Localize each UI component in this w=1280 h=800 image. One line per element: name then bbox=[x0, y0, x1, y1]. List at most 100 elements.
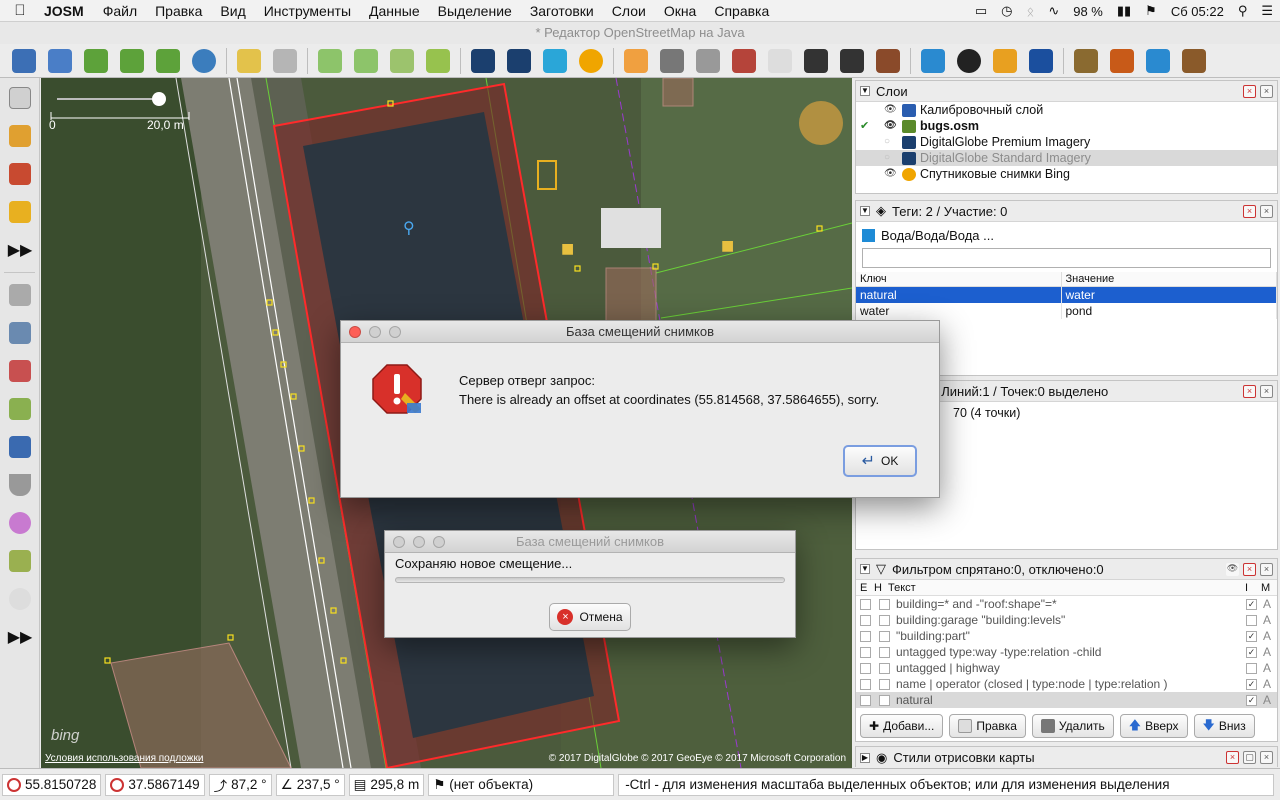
close-panel-icon[interactable]: × bbox=[1260, 384, 1273, 398]
column-hidden[interactable]: H bbox=[870, 582, 886, 594]
close-icon[interactable]: × bbox=[1243, 84, 1256, 98]
globe-icon[interactable] bbox=[188, 46, 220, 76]
filter-text[interactable]: untagged | highway bbox=[894, 661, 1246, 675]
wifi-icon[interactable]: ∿ bbox=[1041, 3, 1066, 19]
hidden-checkbox[interactable] bbox=[879, 694, 890, 706]
preset-road-icon[interactable] bbox=[620, 46, 652, 76]
inverted-checkbox[interactable]: ✓ bbox=[1246, 598, 1257, 610]
filter-panel-icon[interactable] bbox=[4, 469, 36, 501]
filter-mode[interactable]: A bbox=[1263, 661, 1277, 675]
preset-wall-icon[interactable] bbox=[728, 46, 760, 76]
ok-button[interactable]: ↵ OK bbox=[843, 445, 917, 477]
imagery-terms-link[interactable]: Условия использования подложки bbox=[45, 753, 203, 764]
tags-panel-header[interactable]: ▼ ◈ Теги: 2 / Участие: 0 × × bbox=[856, 201, 1277, 222]
menu-tools[interactable]: Инструменты bbox=[255, 3, 360, 19]
layer-row-dg-premium[interactable]: ○ DigitalGlobe Premium Imagery bbox=[856, 134, 1277, 150]
table-row[interactable]: untagged type:way -type:relation -child … bbox=[856, 644, 1277, 660]
close-icon[interactable]: × bbox=[1243, 204, 1256, 218]
download-icon[interactable] bbox=[80, 46, 112, 76]
column-mode[interactable]: M bbox=[1261, 582, 1277, 594]
enabled-checkbox[interactable] bbox=[860, 598, 871, 610]
filter-text[interactable]: building=* and -"roof:shape"=* bbox=[894, 597, 1246, 611]
selection-panel-icon[interactable] bbox=[4, 355, 36, 387]
conflict-panel-icon[interactable] bbox=[4, 431, 36, 463]
more-panels-icon[interactable]: ▶▶ bbox=[4, 621, 36, 653]
tags-panel-icon[interactable] bbox=[4, 317, 36, 349]
close-icon[interactable]: × bbox=[1243, 562, 1256, 576]
display-icon[interactable]: ▭ bbox=[968, 3, 994, 19]
preset-information-icon[interactable] bbox=[1025, 46, 1057, 76]
latitude-cell[interactable]: 55.8150728 bbox=[2, 773, 102, 796]
move-down-button[interactable]: 🡇 Вниз bbox=[1193, 714, 1255, 738]
relations-panel-icon[interactable] bbox=[4, 393, 36, 425]
layers-panel-header[interactable]: ▼ Слои × × bbox=[856, 81, 1277, 102]
menu-edit[interactable]: Правка bbox=[146, 3, 211, 19]
close-icon[interactable]: × bbox=[1243, 384, 1256, 398]
menu-windows[interactable]: Окна bbox=[655, 3, 706, 19]
menu-help[interactable]: Справка bbox=[705, 3, 778, 19]
wikipedia-icon[interactable] bbox=[4, 583, 36, 615]
longitude-cell[interactable]: 37.5867149 bbox=[105, 773, 205, 796]
layers-panel-icon[interactable] bbox=[4, 279, 36, 311]
layer-row-calibration[interactable]: 👁 Калибровочный слой bbox=[856, 102, 1277, 118]
imagery-offset-store-icon[interactable] bbox=[503, 46, 535, 76]
filter-mode[interactable]: A bbox=[1263, 693, 1277, 707]
layer-row-dg-standard[interactable]: ○ DigitalGlobe Standard Imagery bbox=[856, 150, 1277, 166]
column-enabled[interactable]: E bbox=[856, 582, 870, 594]
filter-mode[interactable]: A bbox=[1263, 645, 1277, 659]
collapse-toggle-icon[interactable]: ▼ bbox=[860, 206, 870, 216]
preset-industrial-icon[interactable] bbox=[1070, 46, 1102, 76]
pencil-icon[interactable] bbox=[4, 196, 36, 228]
hidden-checkbox[interactable] bbox=[879, 598, 890, 610]
filter-text[interactable]: name | operator (closed | type:node | ty… bbox=[894, 677, 1246, 691]
preset-bicycle-icon[interactable] bbox=[764, 46, 796, 76]
redo-icon[interactable] bbox=[269, 46, 301, 76]
close-icon[interactable]: × bbox=[1226, 751, 1239, 764]
menu-file[interactable]: Файл bbox=[94, 3, 146, 19]
undo-icon[interactable] bbox=[233, 46, 265, 76]
add-filter-button[interactable]: ✚ Добави... bbox=[860, 714, 944, 738]
delete-filter-button[interactable]: Удалить bbox=[1031, 714, 1114, 738]
column-value[interactable]: Значение bbox=[1061, 272, 1277, 287]
tag-key[interactable]: natural bbox=[856, 286, 1062, 303]
close-panel-icon[interactable]: × bbox=[1260, 204, 1273, 218]
menu-presets[interactable]: Заготовки bbox=[521, 3, 603, 19]
spotlight-search-icon[interactable]: ⚲ bbox=[1231, 3, 1255, 19]
open-file-icon[interactable] bbox=[8, 46, 40, 76]
layer-row-bing[interactable]: 👁 Спутниковые снимки Bing bbox=[856, 166, 1277, 182]
hidden-checkbox[interactable] bbox=[879, 630, 890, 642]
cancel-button[interactable]: × Отмена bbox=[549, 603, 631, 631]
upload-icon[interactable] bbox=[152, 46, 184, 76]
error-dialog-titlebar[interactable]: База смещений снимков bbox=[341, 321, 939, 343]
bing-imagery-icon[interactable] bbox=[575, 46, 607, 76]
column-key[interactable]: Ключ bbox=[856, 272, 1062, 287]
filter-panel-header[interactable]: ▼ ▽ Фильтром спрятано:0, отключено:0 👁 ×… bbox=[856, 559, 1277, 580]
dock-panel-icon[interactable]: ▢ bbox=[1243, 751, 1256, 764]
inverted-checkbox[interactable]: ✓ bbox=[1246, 646, 1257, 658]
inverted-checkbox[interactable]: ✓ bbox=[1246, 678, 1257, 690]
column-inverted[interactable]: I bbox=[1245, 582, 1261, 594]
filter-mode[interactable]: A bbox=[1263, 629, 1277, 643]
inverted-checkbox[interactable]: ✓ bbox=[1246, 630, 1257, 642]
filter-mode[interactable]: A bbox=[1263, 677, 1277, 691]
inverted-checkbox[interactable] bbox=[1246, 662, 1257, 674]
table-row[interactable]: natural water bbox=[856, 286, 1277, 303]
table-row[interactable]: building:garage "building:levels" A bbox=[856, 612, 1277, 628]
preset-path-icon[interactable] bbox=[692, 46, 724, 76]
collapse-toggle-icon[interactable]: ▼ bbox=[860, 564, 870, 574]
hidden-checkbox[interactable] bbox=[879, 678, 890, 690]
menu-view[interactable]: Вид bbox=[211, 3, 254, 19]
select-mode-icon[interactable] bbox=[4, 82, 36, 114]
enabled-checkbox[interactable] bbox=[860, 646, 871, 658]
filter-mode[interactable]: A bbox=[1263, 613, 1277, 627]
close-panel-icon[interactable]: × bbox=[1260, 751, 1273, 764]
notification-center-icon[interactable]: ☰ bbox=[1254, 3, 1280, 19]
menu-selection[interactable]: Выделение bbox=[429, 3, 521, 19]
save-icon[interactable] bbox=[44, 46, 76, 76]
layer-row-bugs[interactable]: ✔ 👁 bugs.osm bbox=[856, 118, 1277, 134]
menu-data[interactable]: Данные bbox=[360, 3, 429, 19]
collapse-toggle-icon[interactable]: ▼ bbox=[860, 86, 870, 96]
tag-value[interactable]: pond bbox=[1061, 302, 1277, 319]
table-row[interactable]: untagged | highway A bbox=[856, 660, 1277, 676]
preset-car-icon[interactable] bbox=[800, 46, 832, 76]
